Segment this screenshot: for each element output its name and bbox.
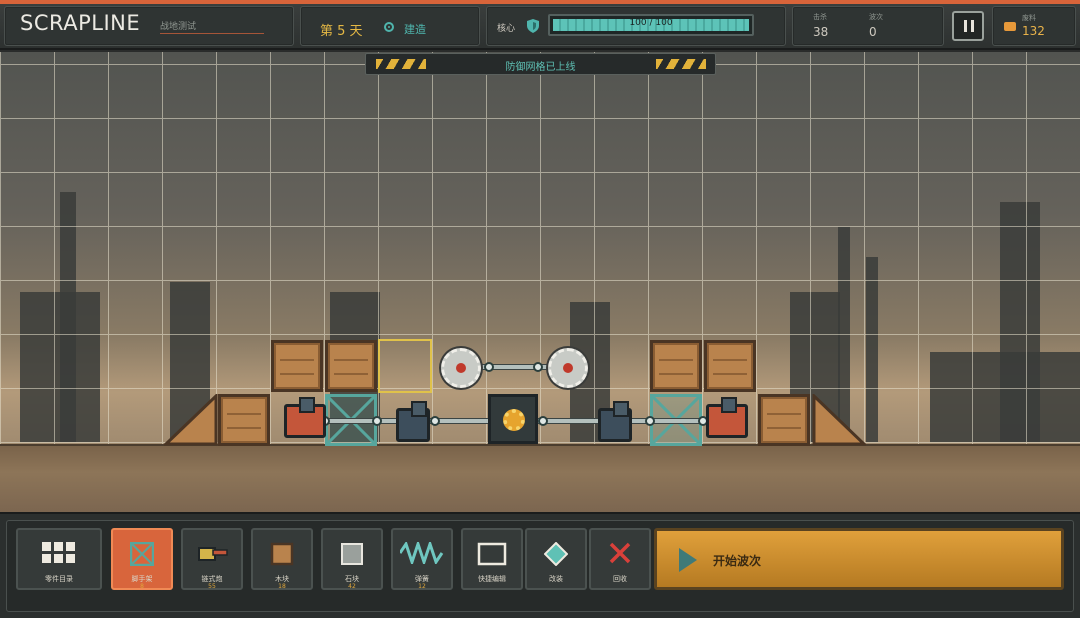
day-counter: 第 5 天 bbox=[320, 24, 363, 39]
tool-label: 快捷编辑 bbox=[478, 575, 506, 583]
stone-block-icon bbox=[341, 543, 363, 565]
spring-icon bbox=[400, 542, 444, 564]
joint-node bbox=[484, 362, 494, 372]
mode-label: 建造 bbox=[404, 23, 426, 36]
joint-node bbox=[538, 416, 548, 426]
core-health-text: 100 / 100 bbox=[629, 18, 673, 28]
grid-icon bbox=[42, 542, 75, 563]
tool-cost: 8 bbox=[140, 583, 144, 590]
parts-catalog-button[interactable]: 零件目录 bbox=[16, 528, 102, 590]
core-label: 核心 bbox=[497, 24, 516, 34]
tool-cost: 42 bbox=[348, 583, 356, 590]
tool-modify[interactable]: 改装 bbox=[525, 528, 587, 590]
mode-indicator-icon bbox=[384, 22, 394, 32]
wood-block[interactable] bbox=[271, 340, 323, 392]
wood-block[interactable] bbox=[704, 340, 756, 392]
game-title: SCRAPLINE bbox=[20, 11, 141, 35]
tool-spring[interactable]: 弹簧 12 bbox=[391, 528, 453, 590]
tool-wood-block[interactable]: 木块 18 bbox=[251, 528, 313, 590]
ramp-block[interactable] bbox=[164, 394, 218, 446]
joint-node bbox=[645, 416, 655, 426]
tool-scaffold[interactable]: 脚手架 8 bbox=[111, 528, 173, 590]
build-scene[interactable] bbox=[0, 52, 1080, 512]
scrap-label: 废料 bbox=[1022, 14, 1036, 22]
shield-icon bbox=[527, 19, 539, 33]
tool-recycle[interactable]: 回收 bbox=[589, 528, 651, 590]
selected-grid-cell[interactable] bbox=[378, 339, 432, 393]
top-bar: SCRAPLINE 战地测试 第 5 天 建造 核心 100 / 100 击杀 … bbox=[0, 0, 1080, 50]
ramp-block[interactable] bbox=[812, 394, 866, 446]
chain-cannon-turret[interactable] bbox=[396, 401, 430, 442]
wave-label: 波次 bbox=[869, 13, 883, 21]
cannon-icon bbox=[198, 547, 228, 561]
tool-quick-edit[interactable]: 快捷编辑 bbox=[461, 528, 523, 590]
modify-icon bbox=[544, 542, 568, 566]
pause-icon-bar bbox=[971, 20, 974, 32]
top-accent-strip bbox=[0, 0, 1080, 4]
wood-block[interactable] bbox=[650, 340, 702, 392]
chain-cannon-turret[interactable] bbox=[284, 397, 326, 438]
gear-icon bbox=[503, 409, 525, 431]
close-icon bbox=[609, 542, 631, 564]
wood-block[interactable] bbox=[325, 340, 377, 392]
tool-chain-cannon[interactable]: 链式炮 55 bbox=[181, 528, 243, 590]
game-subtitle: 战地测试 bbox=[160, 22, 197, 32]
joint-node bbox=[372, 416, 382, 426]
core-block[interactable] bbox=[488, 394, 538, 444]
tool-label: 改装 bbox=[549, 575, 563, 583]
start-wave-button[interactable]: 开始波次 bbox=[654, 528, 1064, 590]
build-toolbar: 零件目录 脚手架 8 链式炮 55 木块 18 石块 42 弹簧 12 快捷编辑… bbox=[0, 512, 1080, 618]
saw-blade[interactable] bbox=[548, 348, 588, 388]
kills-label: 击杀 bbox=[813, 13, 827, 21]
tool-label: 回收 bbox=[613, 575, 627, 583]
chain-cannon-turret[interactable] bbox=[598, 401, 632, 442]
start-wave-label: 开始波次 bbox=[713, 554, 762, 568]
wood-block[interactable] bbox=[758, 394, 810, 446]
tool-label: 零件目录 bbox=[45, 575, 73, 583]
tool-cost: 55 bbox=[208, 583, 216, 590]
kills-value: 38 bbox=[813, 25, 829, 39]
frame-select-icon bbox=[477, 542, 507, 566]
status-banner: 防御网格已上线 bbox=[365, 53, 716, 75]
banner-text: 防御网格已上线 bbox=[505, 62, 576, 73]
scrap-value: 132 bbox=[1022, 24, 1045, 38]
pause-button[interactable] bbox=[952, 11, 984, 41]
tool-cost: 12 bbox=[418, 583, 426, 590]
chain-cannon-turret[interactable] bbox=[706, 397, 748, 438]
build-grid[interactable] bbox=[0, 52, 1080, 512]
wave-value: 0 bbox=[869, 25, 877, 39]
joint-node bbox=[533, 362, 543, 372]
tool-cost: 18 bbox=[278, 583, 286, 590]
scrap-icon bbox=[1004, 22, 1016, 31]
saw-blade[interactable] bbox=[441, 348, 481, 388]
play-icon bbox=[679, 548, 697, 572]
pause-icon bbox=[964, 20, 967, 32]
wood-block[interactable] bbox=[218, 394, 270, 446]
joint-node bbox=[430, 416, 440, 426]
subtitle-underline bbox=[160, 33, 264, 34]
wood-block-icon bbox=[270, 542, 294, 566]
scaffold-icon bbox=[130, 542, 154, 566]
core-health-bar: 100 / 100 bbox=[548, 14, 754, 36]
ground bbox=[0, 444, 1080, 512]
tool-stone-block[interactable]: 石块 42 bbox=[321, 528, 383, 590]
